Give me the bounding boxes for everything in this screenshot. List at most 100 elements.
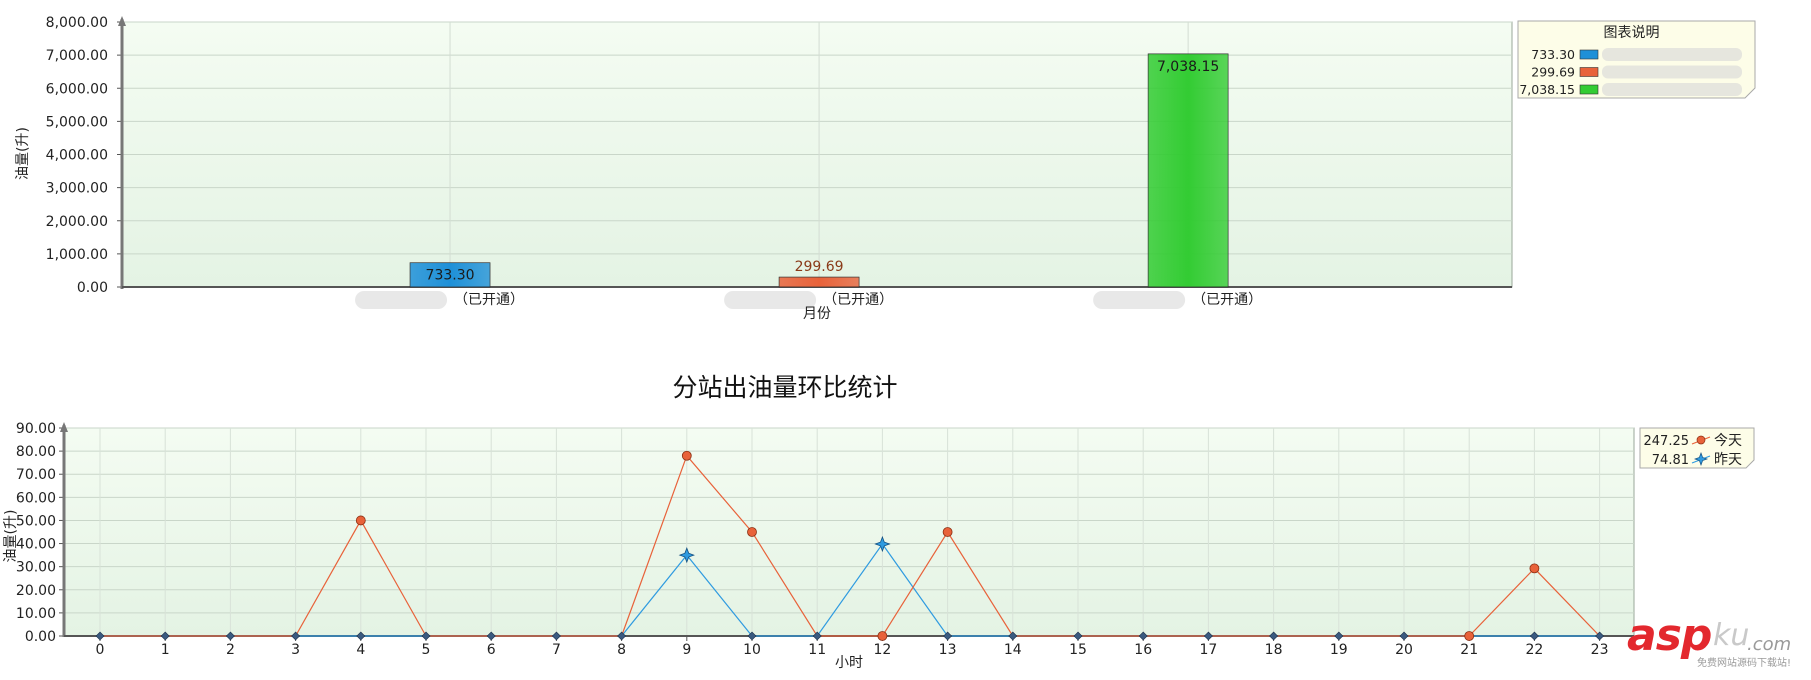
line-xtick-label: 0 [96, 642, 105, 658]
line-xtick-label: 23 [1591, 642, 1609, 658]
bar-category-label: （已开通） [1192, 292, 1262, 308]
bar-value-label: 733.30 [426, 268, 475, 284]
watermark-logo: asp ku .com 免费网站源码下载站! [1627, 610, 1797, 670]
line-xtick-label: 6 [487, 642, 496, 658]
line-xtick-label: 4 [356, 642, 365, 658]
line-ytick-label: 70.00 [16, 467, 56, 483]
line-yaxis-arrow [60, 422, 68, 432]
line-point-yesterday [1595, 631, 1605, 641]
line-point-today [355, 515, 366, 526]
bar-mark [1147, 53, 1229, 288]
line-point-yesterday [356, 631, 366, 641]
line-legend-value: 74.81 [1652, 453, 1689, 468]
blurred-category-name [1093, 291, 1186, 309]
bar-chart: 0.00 1,000.00 2,000.00 3,000.00 4,000.00 5,00… [15, 15, 1756, 322]
watermark-suffix: .com [1747, 634, 1792, 655]
line-point-yesterday [1464, 631, 1474, 641]
bar-ylabel: 油量(升) [15, 127, 31, 180]
blurred-category-name [355, 291, 448, 309]
line-point-today [681, 450, 692, 461]
bar-category-label: （已开通） [823, 292, 893, 308]
bar-value-label: 299.69 [795, 259, 844, 275]
bar-ytick-label: 6,000.00 [46, 81, 108, 97]
line-point-yesterday [1269, 631, 1279, 641]
bar-ytick-label: 1,000.00 [46, 247, 108, 263]
bar-legend-title: 图表说明 [1604, 25, 1660, 41]
line-legend-marker [1693, 451, 1709, 467]
line-point-yesterday [943, 631, 953, 641]
line-ylabel: 油量(升) [3, 510, 19, 563]
bar-legend-value: 7,038.15 [1519, 82, 1575, 97]
line-point-yesterday [1073, 631, 1083, 641]
line-legend-swatch-line [1691, 436, 1711, 445]
line-point-yesterday [1008, 631, 1018, 641]
line-ytick-label: 0.00 [25, 629, 56, 645]
line-xtick-label: 22 [1525, 642, 1543, 658]
line-xtick-label: 14 [1004, 642, 1022, 658]
bar-legend-swatch [1579, 67, 1599, 77]
line-xtick-label: 5 [422, 642, 431, 658]
line-xtick-label: 9 [682, 642, 691, 658]
line-ytick-label: 80.00 [16, 444, 56, 460]
bar-mark [778, 276, 860, 288]
line-xtick-label: 1 [161, 642, 170, 658]
line-point-yesterday [95, 631, 105, 641]
line-point-today [942, 527, 953, 537]
bar-ytick-label: 3,000.00 [46, 181, 108, 197]
blurred-legend-name [1602, 65, 1742, 79]
line-series-yesterday [100, 542, 1600, 637]
line-point-yesterday [160, 631, 170, 641]
line-ytick-label: 30.00 [16, 560, 56, 576]
line-xtick-label: 2 [226, 642, 235, 658]
line-point-yesterday [291, 631, 301, 641]
line-ytick-label: 40.00 [16, 537, 56, 553]
line-legend-box [1639, 427, 1755, 469]
line-legend-name: 昨天 [1714, 452, 1742, 468]
watermark-brand2: ku [1713, 618, 1750, 653]
bar-ytick-label: 8,000.00 [46, 15, 108, 31]
line-plot-area [63, 427, 1635, 637]
line-point-yesterday [551, 631, 561, 641]
line-point-yesterday [1529, 631, 1539, 641]
line-xtick-label: 3 [291, 642, 300, 658]
line-point-yesterday [812, 631, 822, 641]
line-xtick-label: 15 [1069, 642, 1087, 658]
bar-yaxis-arrow [118, 16, 126, 26]
line-point-today [747, 527, 757, 537]
line-xtick-label: 13 [939, 642, 957, 658]
line-xtick-label: 8 [617, 642, 626, 658]
line-legend-name: 今天 [1714, 433, 1742, 449]
line-xtick-label: 19 [1330, 642, 1348, 658]
line-xtick-label: 20 [1395, 642, 1413, 658]
bar-ytick-label: 2,000.00 [46, 214, 108, 230]
line-point-yesterday [1399, 631, 1409, 641]
line-xlabel: 小时 [835, 655, 863, 671]
line-series-today [100, 454, 1601, 637]
bar-category-label: （已开通） [454, 292, 524, 308]
line-point-today [1464, 631, 1475, 641]
line-chart-title: 分站出油量环比统计 [672, 373, 898, 402]
watermark-tagline: 免费网站源码下载站! [1697, 658, 1792, 669]
line-xtick-label: 7 [552, 642, 561, 658]
line-point-yesterday [421, 631, 431, 641]
line-xtick-label: 16 [1134, 642, 1152, 658]
line-point-yesterday [1334, 631, 1344, 641]
line-point-yesterday [1203, 631, 1213, 641]
bar-ytick-label: 5,000.00 [46, 114, 108, 130]
line-point-yesterday [678, 546, 695, 564]
line-ytick-label: 90.00 [16, 421, 56, 437]
line-xtick-label: 18 [1265, 642, 1283, 658]
line-point-yesterday [747, 631, 757, 641]
bar-legend-value: 299.69 [1531, 65, 1575, 80]
bar-value-label: 7,038.15 [1157, 59, 1219, 75]
line-xtick-label: 12 [873, 642, 891, 658]
line-legend-marker [1696, 435, 1706, 445]
line-ytick-label: 50.00 [16, 513, 56, 529]
line-ytick-label: 60.00 [16, 490, 56, 506]
line-ytick-label: 20.00 [16, 583, 56, 599]
bar-xlabel: 月份 [803, 306, 831, 322]
line-legend-value: 247.25 [1644, 434, 1690, 449]
line-xtick-label: 11 [808, 642, 826, 658]
line-point-yesterday [1138, 631, 1148, 641]
line-xtick-label: 17 [1199, 642, 1217, 658]
